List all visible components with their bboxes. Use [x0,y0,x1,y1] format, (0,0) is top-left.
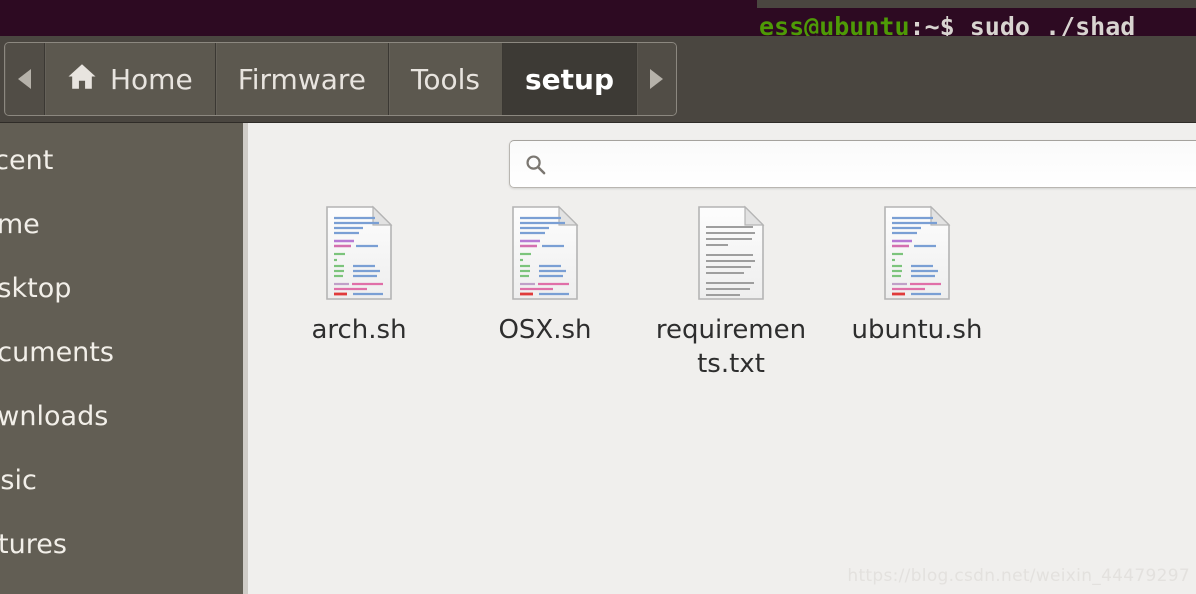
file-name-label: OSX.sh [498,315,592,345]
file-name-label: ubuntu.sh [851,315,983,345]
search-bar [509,140,1196,188]
search-input-container[interactable] [509,140,1196,188]
breadcrumb-item-setup[interactable]: setup [503,43,638,115]
file-item-arch-sh[interactable]: arch.sh [266,205,452,347]
sidebar-item-label: Downloads [0,400,109,432]
pathbar-toolbar: Home Firmware Tools setup [0,36,1196,123]
sidebar-item-label: Music [0,464,37,496]
breadcrumb-label-tools: Tools [411,62,480,96]
search-input[interactable] [557,152,1196,176]
triangle-left-icon [18,69,31,89]
breadcrumb-scroll-right-button[interactable] [637,43,677,115]
sidebar-item-label: Recent [0,144,54,176]
sidebar-item-pictures[interactable]: Pictures [0,524,243,564]
breadcrumb: Home Firmware Tools setup [4,42,678,116]
sidebar-item-downloads[interactable]: Downloads [0,396,243,436]
sidebar-item-desktop[interactable]: Desktop [0,268,243,308]
search-icon [526,154,546,174]
breadcrumb-scroll-left-button[interactable] [5,43,45,115]
sidebar-item-label: Documents [0,336,114,368]
text-file-icon [695,205,767,301]
terminal-titlebar[interactable] [757,0,1196,8]
watermark: https://blog.csdn.net/weixin_44479297 [847,566,1190,586]
breadcrumb-label-setup: setup [525,62,615,96]
top-panel-bar [0,0,757,36]
home-icon [67,63,97,97]
script-file-icon [509,205,581,301]
file-item-osx-sh[interactable]: OSX.sh [452,205,638,347]
sidebar-item-music[interactable]: Music [0,460,243,500]
sidebar: Recent Home Desktop Documents Downloads … [0,123,243,594]
sidebar-item-label: Desktop [0,272,72,304]
file-name-label: arch.sh [311,315,407,345]
file-item-requirements-txt[interactable]: requirements.txt [638,205,824,381]
breadcrumb-item-home[interactable]: Home [45,43,216,115]
script-file-icon [323,205,395,301]
file-icon-grid: arch.sh OSX.sh requirements.txt ubuntu.s… [266,205,1196,381]
breadcrumb-label-firmware: Firmware [237,62,367,96]
script-file-icon [881,205,953,301]
sidebar-item-label: Home [0,208,40,240]
file-item-ubuntu-sh[interactable]: ubuntu.sh [824,205,1010,347]
breadcrumb-item-tools[interactable]: Tools [389,43,503,115]
sidebar-item-label: Pictures [0,528,67,560]
triangle-right-icon [650,69,664,89]
breadcrumb-label-home: Home [110,62,193,96]
file-view-pane: arch.sh OSX.sh requirements.txt ubuntu.s… [248,123,1196,594]
sidebar-item-home[interactable]: Home [0,204,243,244]
sidebar-item-recent[interactable]: Recent [0,140,243,180]
sidebar-item-documents[interactable]: Documents [0,332,243,372]
breadcrumb-item-firmware[interactable]: Firmware [215,43,390,115]
file-name-label: requirements.txt [655,315,807,379]
